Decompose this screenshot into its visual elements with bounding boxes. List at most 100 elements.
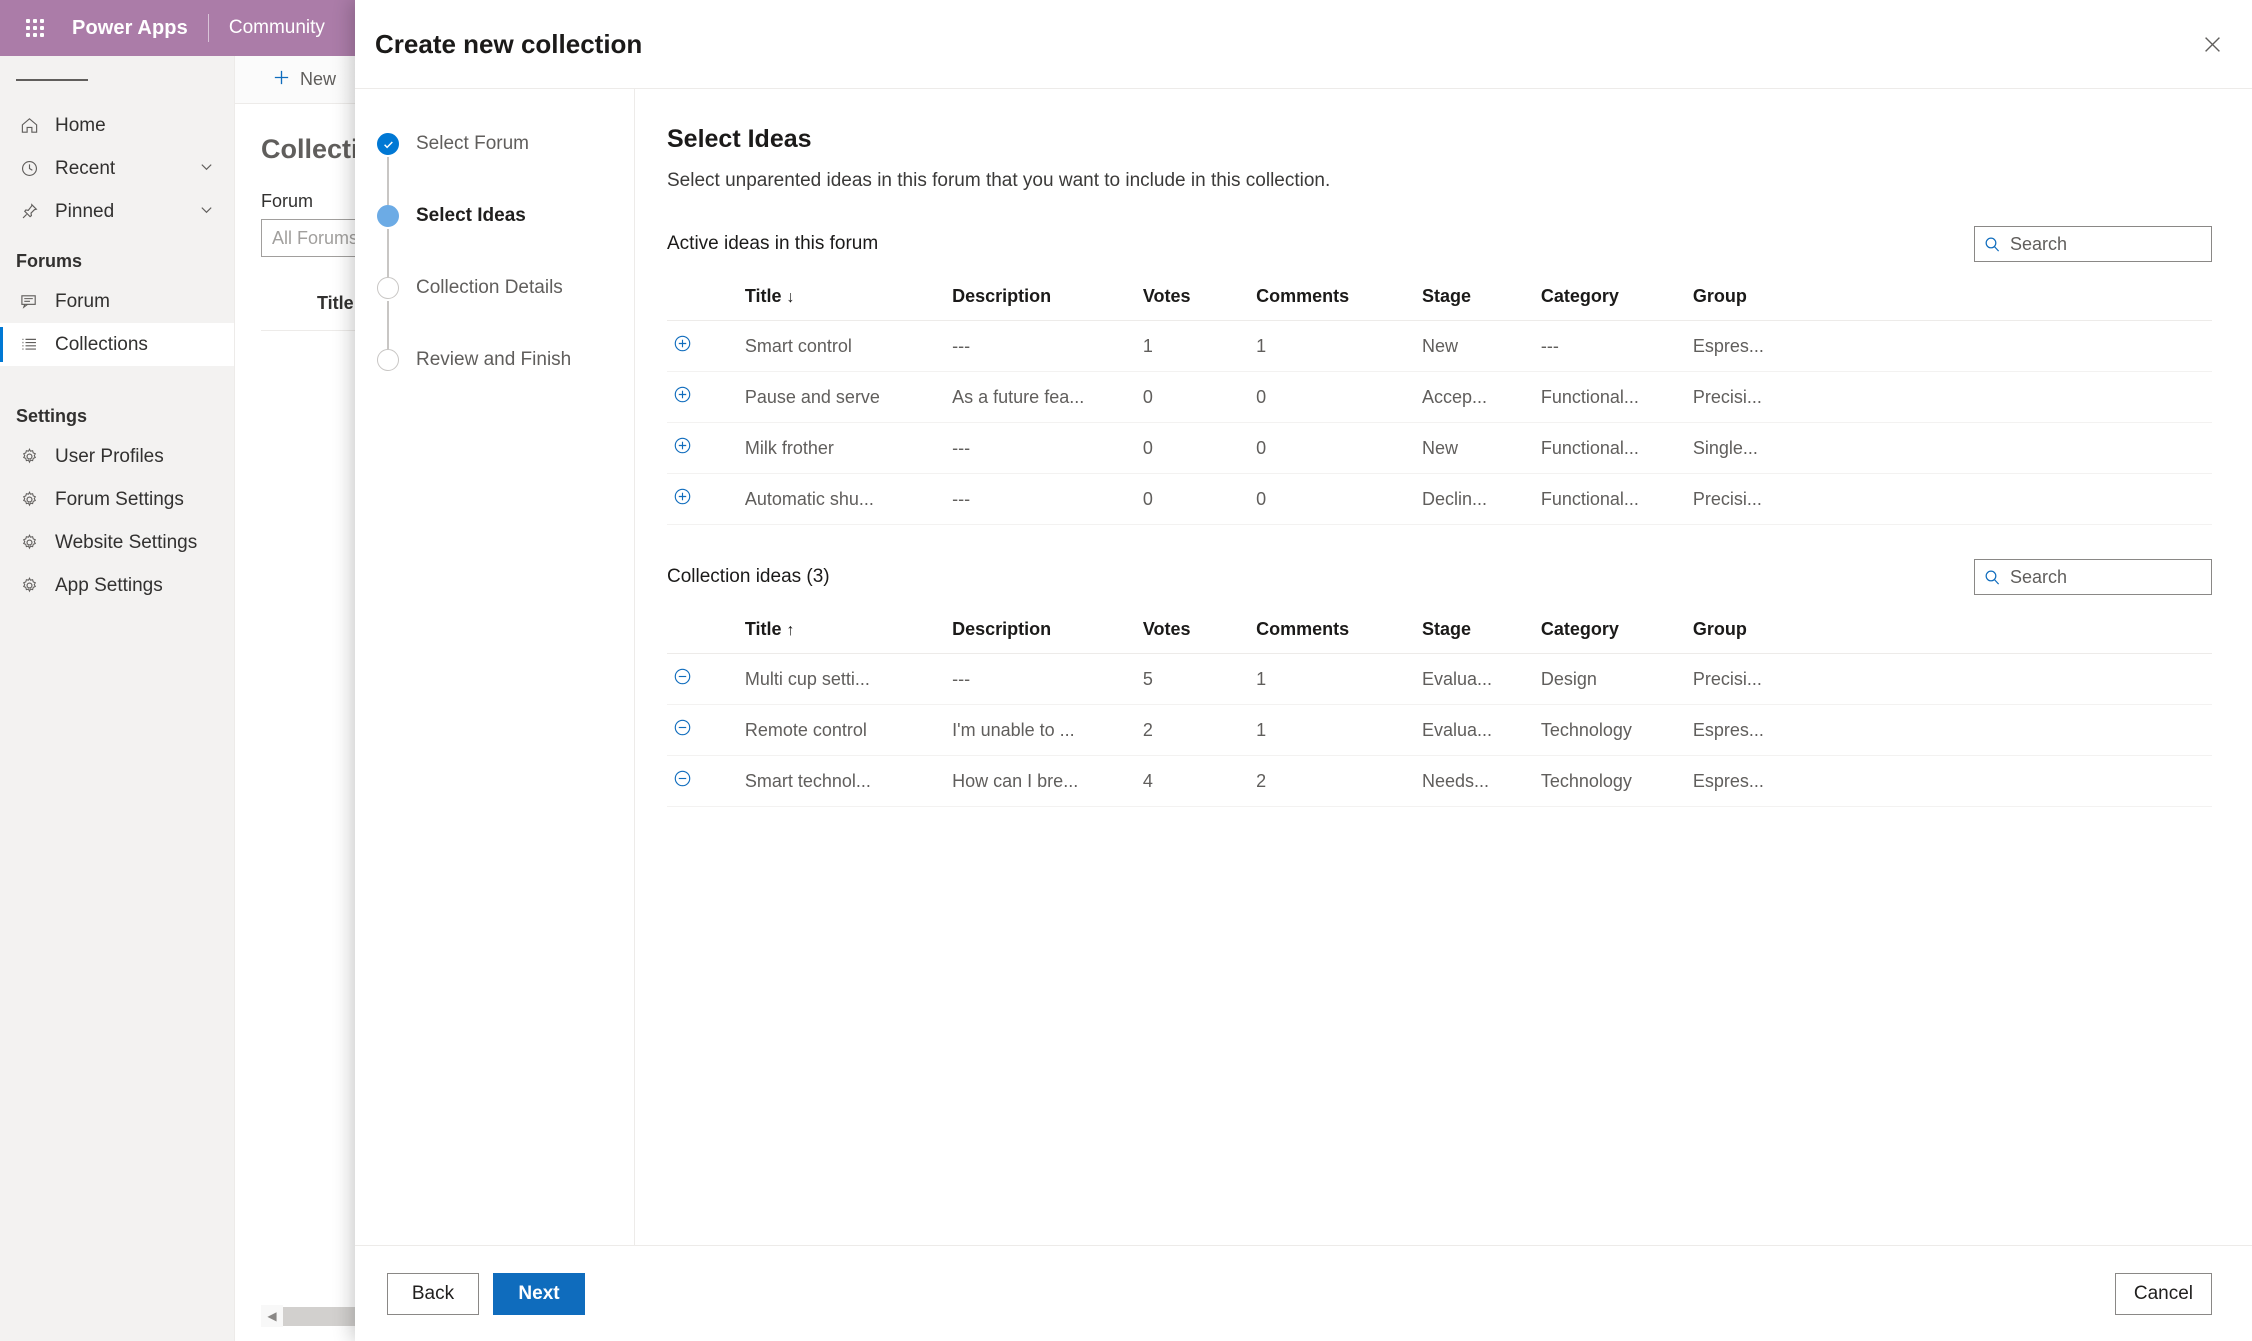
collection-ideas-col-votes[interactable]: Votes [1136, 609, 1251, 654]
collection-ideas-col-title[interactable]: Title ↑ [738, 609, 947, 654]
sidebar-item-forum-settings[interactable]: Forum Settings [0, 478, 234, 521]
active-ideas-col-group[interactable]: Group [1686, 276, 2212, 321]
back-button[interactable]: Back [387, 1272, 479, 1315]
wizard-step-review-and-finish[interactable]: Review and Finish [377, 349, 634, 371]
table-row[interactable]: Automatic shu... --- 0 0 Declin... Funct… [667, 473, 2212, 525]
cell-title: Smart technol... [738, 755, 947, 807]
select-ideas-panel: Select Ideas Select unparented ideas in … [635, 88, 2252, 1245]
cell-category: Design [1534, 653, 1687, 705]
next-button[interactable]: Next [493, 1272, 585, 1315]
sidebar-item-label: App Settings [55, 574, 163, 596]
sidebar-item-website-settings[interactable]: Website Settings [0, 521, 234, 564]
active-ideas-col-category[interactable]: Category [1534, 276, 1687, 321]
table-row[interactable]: Smart control --- 1 1 New --- Espres... [667, 320, 2212, 372]
collection-ideas-title: Collection ideas (3) [667, 566, 830, 587]
chevron-down-icon[interactable] [199, 201, 214, 223]
remove-circle-icon[interactable] [673, 667, 692, 686]
cell-stage: Evalua... [1415, 704, 1535, 756]
cell-description: As a future fea... [946, 371, 1137, 423]
remove-circle-icon[interactable] [673, 769, 692, 788]
dialog-footer: Back Next Cancel [355, 1245, 2252, 1341]
cell-description: --- [946, 653, 1137, 705]
add-circle-icon[interactable] [673, 487, 692, 506]
add-cell[interactable] [667, 320, 739, 372]
add-circle-icon[interactable] [673, 436, 692, 455]
collection-ideas-table: Title ↑ Description Votes Comments Stage … [667, 609, 2212, 807]
sidebar-item-label: Collections [55, 333, 148, 355]
cell-comments: 1 [1250, 320, 1416, 372]
active-ideas-col-action [667, 276, 739, 321]
table-row[interactable]: Smart technol... How can I bre... 4 2 Ne… [667, 755, 2212, 807]
clock-icon [16, 159, 42, 178]
table-row[interactable]: Milk frother --- 0 0 New Functional... S… [667, 422, 2212, 474]
step-status-done-icon [377, 133, 399, 155]
add-cell[interactable] [667, 371, 739, 423]
add-cell[interactable] [667, 473, 739, 525]
active-ideas-col-stage[interactable]: Stage [1415, 276, 1535, 321]
remove-circle-icon[interactable] [673, 718, 692, 737]
wizard-step-select-ideas[interactable]: Select Ideas [377, 205, 634, 277]
cell-category: Functional... [1534, 422, 1687, 474]
hamburger-menu-icon[interactable] [0, 56, 234, 104]
remove-cell[interactable] [667, 704, 739, 756]
new-button[interactable]: New [261, 63, 347, 96]
gear-icon [16, 533, 42, 552]
cell-votes: 2 [1136, 704, 1251, 756]
list-icon [16, 335, 42, 354]
sidebar-item-recent[interactable]: Recent [0, 147, 234, 190]
cell-comments: 2 [1250, 755, 1416, 807]
active-ideas-search-box[interactable] [1974, 226, 2212, 262]
wizard-step-label: Select Ideas [416, 205, 526, 226]
sidebar-group-settings: Settings [16, 406, 88, 426]
active-ideas-col-votes[interactable]: Votes [1136, 276, 1251, 321]
sidebar-item-forum[interactable]: Forum [0, 280, 234, 323]
collection-ideas-col-comments[interactable]: Comments [1250, 609, 1416, 654]
cell-description: How can I bre... [946, 755, 1137, 807]
chevron-down-icon[interactable] [199, 158, 214, 180]
cell-stage: New [1415, 422, 1535, 474]
column-label: Title [744, 286, 782, 306]
active-ideas-search-input[interactable] [2010, 233, 2202, 255]
wizard-steps: Select Forum Select Ideas Collection Det… [355, 88, 635, 1245]
home-icon [16, 116, 42, 135]
sidebar-item-home[interactable]: Home [0, 104, 234, 147]
step-connector [387, 229, 389, 277]
sidebar-item-collections[interactable]: Collections [0, 323, 234, 366]
app-name[interactable]: Community [229, 17, 325, 39]
brand-name[interactable]: Power Apps [72, 17, 188, 40]
sidebar-item-pinned[interactable]: Pinned [0, 190, 234, 233]
collection-ideas-search-input[interactable] [2010, 566, 2202, 588]
active-ideas-col-title[interactable]: Title ↓ [738, 276, 947, 321]
add-cell[interactable] [667, 422, 739, 474]
scroll-left-arrow-icon[interactable]: ◀ [261, 1305, 283, 1327]
wizard-step-collection-details[interactable]: Collection Details [377, 277, 634, 349]
collection-ideas-col-description[interactable]: Description [946, 609, 1137, 654]
remove-cell[interactable] [667, 755, 739, 807]
sidebar-item-app-settings[interactable]: App Settings [0, 564, 234, 607]
collection-ideas-body: Multi cup setti... --- 5 1 Evalua... Des… [667, 653, 2212, 807]
close-icon[interactable] [2190, 22, 2234, 66]
cell-category: Functional... [1534, 371, 1687, 423]
cell-votes: 0 [1136, 371, 1251, 423]
remove-cell[interactable] [667, 653, 739, 705]
active-ideas-table: Title ↓ Description Votes Comments Stage … [667, 276, 2212, 525]
table-row[interactable]: Multi cup setti... --- 5 1 Evalua... Des… [667, 653, 2212, 705]
collection-ideas-col-group[interactable]: Group [1686, 609, 2212, 654]
cancel-button[interactable]: Cancel [2114, 1272, 2212, 1315]
collection-ideas-col-category[interactable]: Category [1534, 609, 1687, 654]
add-circle-icon[interactable] [673, 334, 692, 353]
active-ideas-col-comments[interactable]: Comments [1250, 276, 1416, 321]
collection-ideas-col-stage[interactable]: Stage [1415, 609, 1535, 654]
collection-ideas-search-box[interactable] [1974, 559, 2212, 595]
active-ideas-col-description[interactable]: Description [946, 276, 1137, 321]
sidebar-item-user-profiles[interactable]: User Profiles [0, 435, 234, 478]
table-row[interactable]: Remote control I'm unable to ... 2 1 Eva… [667, 704, 2212, 756]
add-circle-icon[interactable] [673, 385, 692, 404]
gear-icon [16, 447, 42, 466]
wizard-step-label: Select Forum [416, 133, 529, 154]
wizard-step-select-forum[interactable]: Select Forum [377, 133, 634, 205]
app-launcher-icon[interactable] [12, 5, 58, 51]
cell-comments: 0 [1250, 473, 1416, 525]
cell-group: Espres... [1686, 755, 2212, 807]
table-row[interactable]: Pause and serve As a future fea... 0 0 A… [667, 371, 2212, 423]
